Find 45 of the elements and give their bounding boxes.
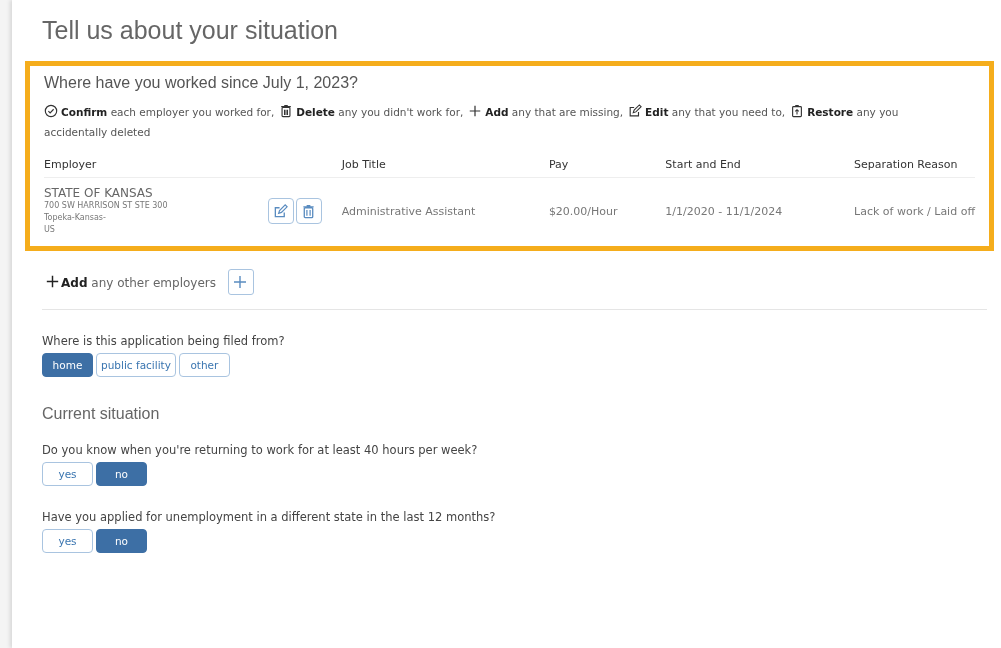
add-button[interactable]: [228, 269, 254, 295]
instruction-text: Add any that are missing,: [485, 106, 624, 118]
address-line: Topeka-Kansas-: [44, 212, 107, 224]
column-header: Employer: [44, 158, 97, 171]
column-header: Job Title: [341, 158, 386, 171]
question-label: Do you know when you're returning to work for at least 40 hours per week?: [42, 443, 479, 457]
option-button[interactable]: no: [96, 462, 147, 486]
instruction-text: accidentally deleted: [44, 126, 151, 138]
instruction-text: Delete any you didn't work for,: [296, 106, 464, 118]
plus-icon: [232, 274, 248, 290]
column-header: Start and End: [665, 158, 741, 171]
page-title: Tell us about your situation: [42, 16, 339, 45]
option-button[interactable]: no: [96, 529, 147, 553]
employer-name: STATE OF KANSAS: [44, 186, 154, 200]
question-label: Have you applied for unemployment in a different state in the last 12 months?: [42, 510, 497, 524]
add-employer-text: Add any other employers: [61, 275, 216, 290]
section-heading: Current situation: [42, 405, 161, 423]
edit-icon: [628, 104, 643, 118]
address-line: 700 SW HARRISON ST STE 300: [44, 200, 168, 212]
edit-button[interactable]: [267, 198, 294, 224]
section-heading: Where have you worked since July 1, 2023?: [44, 74, 359, 92]
option-button[interactable]: home: [42, 353, 93, 377]
edit-icon: [273, 203, 289, 219]
instruction-text: Confirm each employer you worked for,: [61, 106, 275, 118]
plus-icon: [468, 104, 483, 118]
table-cell: Lack of work / Laid off: [854, 204, 975, 218]
column-header: Separation Reason: [854, 158, 958, 171]
column-header: Pay: [548, 158, 569, 171]
address-line: US: [44, 224, 56, 236]
table-cell: Administrative Assistant: [341, 204, 476, 218]
table-cell: 1/1/2020 - 11/1/2024: [665, 204, 783, 218]
option-button[interactable]: other: [178, 353, 230, 377]
option-button[interactable]: public facility: [96, 353, 176, 377]
delete-button[interactable]: [295, 198, 322, 224]
check-circle-icon: [44, 104, 58, 118]
restore-icon: [790, 104, 805, 118]
instruction-text: Restore any you: [807, 106, 899, 118]
question-label: Where is this application being filed from?: [42, 334, 286, 348]
table-cell: $20.00/Hour: [548, 204, 618, 218]
trash-icon: [279, 104, 294, 118]
instruction-text: Edit any that you need to,: [645, 106, 786, 118]
plus-icon: [46, 274, 59, 288]
trash-icon: [301, 203, 317, 219]
option-button[interactable]: yes: [42, 462, 93, 486]
option-button[interactable]: yes: [42, 529, 93, 553]
